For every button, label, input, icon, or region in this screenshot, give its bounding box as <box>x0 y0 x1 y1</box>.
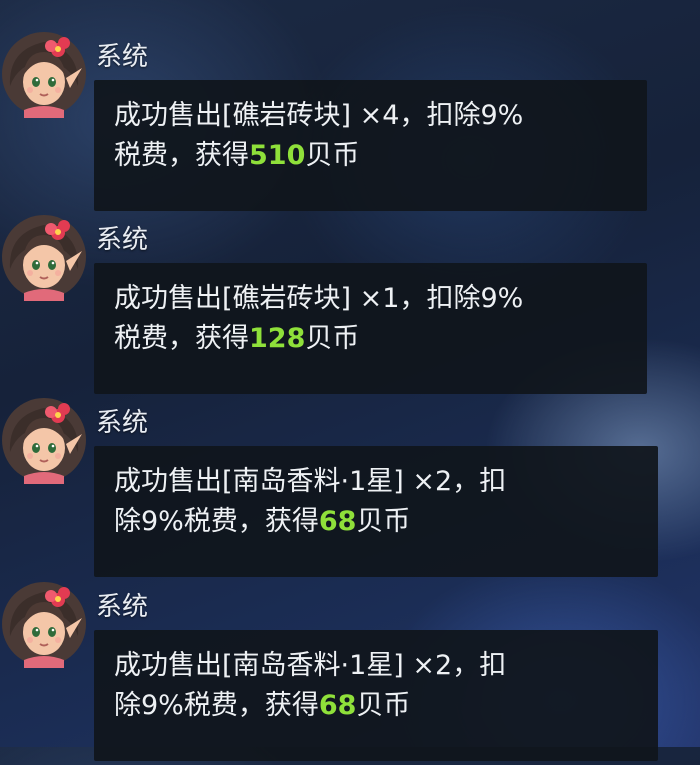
message-text-post: 贝币 <box>356 690 411 721</box>
message-bubble: 成功售出[礁岩砖块] ×4，扣除9% 税费，获得510贝币 <box>94 80 647 211</box>
system-avatar-icon[interactable] <box>0 213 88 301</box>
chat-message: 系统 成功售出[礁岩砖块] ×1，扣除9% 税费，获得128贝币 <box>0 213 700 398</box>
system-avatar-icon[interactable] <box>0 30 88 118</box>
sender-name: 系统 <box>96 408 149 438</box>
message-line-1: 成功售出[礁岩砖块] ×4，扣除9% <box>114 100 524 131</box>
system-avatar-icon[interactable] <box>0 396 88 484</box>
message-line-2: 税费，获得510贝币 <box>114 136 629 176</box>
message-text-pre: 除9%税费，获得 <box>114 506 319 537</box>
coin-amount: 128 <box>249 323 306 354</box>
message-line-2: 税费，获得128贝币 <box>114 319 629 359</box>
message-line-1: 成功售出[礁岩砖块] ×1，扣除9% <box>114 283 524 314</box>
message-bubble: 成功售出[南岛香料·1星] ×2，扣 除9%税费，获得68贝币 <box>94 630 658 761</box>
sender-name: 系统 <box>96 42 149 72</box>
message-line-2: 除9%税费，获得68贝币 <box>114 686 640 726</box>
message-text-pre: 除9%税费，获得 <box>114 690 319 721</box>
message-text-post: 贝币 <box>305 140 360 171</box>
chat-message: 系统 成功售出[礁岩砖块] ×4，扣除9% 税费，获得510贝币 <box>0 30 700 215</box>
message-text-pre: 税费，获得 <box>114 140 249 171</box>
chat-message: 系统 成功售出[南岛香料·1星] ×2，扣 除9%税费，获得68贝币 <box>0 396 700 581</box>
system-avatar-icon[interactable] <box>0 580 88 668</box>
sender-name: 系统 <box>96 592 149 622</box>
coin-amount: 68 <box>318 506 357 537</box>
sender-name: 系统 <box>96 225 149 255</box>
coin-amount: 510 <box>249 140 306 171</box>
message-text-pre: 税费，获得 <box>114 323 249 354</box>
message-line-1: 成功售出[南岛香料·1星] ×2，扣 <box>114 650 507 681</box>
coin-amount: 68 <box>318 690 357 721</box>
message-text-post: 贝币 <box>356 506 411 537</box>
message-line-1: 成功售出[南岛香料·1星] ×2，扣 <box>114 466 507 497</box>
message-line-2: 除9%税费，获得68贝币 <box>114 502 640 542</box>
chat-message: 系统 成功售出[南岛香料·1星] ×2，扣 除9%税费，获得68贝币 <box>0 580 700 765</box>
message-bubble: 成功售出[南岛香料·1星] ×2，扣 除9%税费，获得68贝币 <box>94 446 658 577</box>
message-bubble: 成功售出[礁岩砖块] ×1，扣除9% 税费，获得128贝币 <box>94 263 647 394</box>
message-text-post: 贝币 <box>305 323 360 354</box>
